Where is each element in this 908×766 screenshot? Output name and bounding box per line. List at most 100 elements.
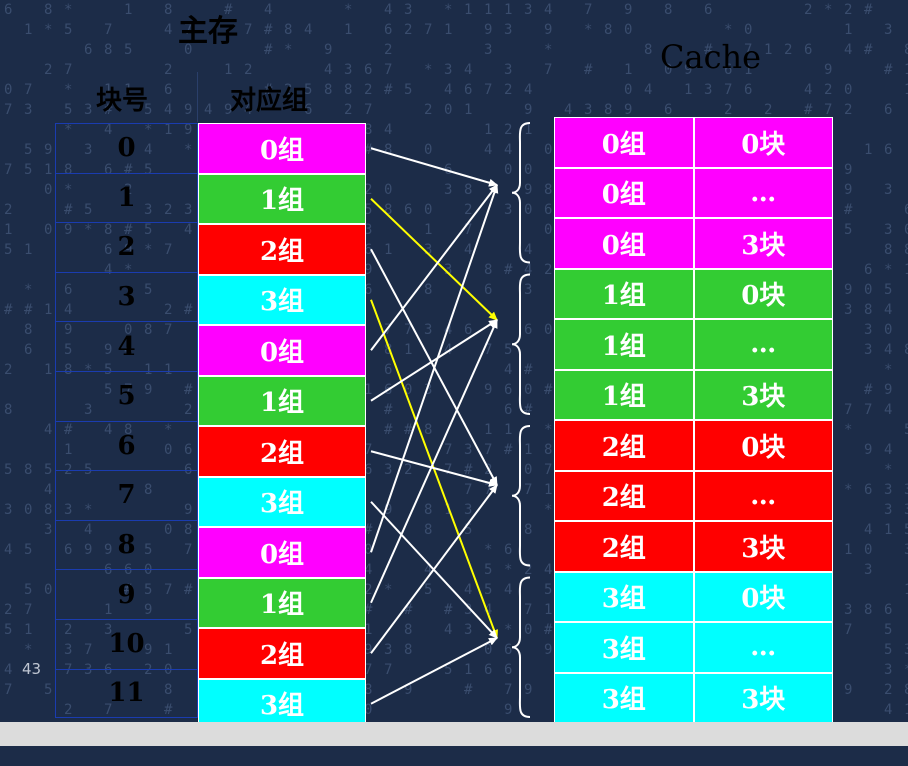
background-digit: 8 [44,502,52,518]
background-digit: 7 [484,442,492,458]
background-digit: 5 [484,582,492,598]
background-digit: 4 [884,442,892,458]
background-digit: 9 [844,282,852,298]
background-digit: 8 [484,262,492,278]
background-digit: 0 [844,82,852,98]
cache-group-cell: 1组 [554,369,694,420]
background-digit: 2 [804,2,812,18]
background-digit: 3 [424,382,432,398]
cache-block-cell: 3块 [693,672,833,723]
background-digit: 4 [484,602,492,618]
background-digit: 0 [904,222,908,238]
background-digit: 4 [884,702,892,718]
background-digit: 1 [404,342,412,358]
background-digit: 7 [384,662,392,678]
background-digit: 9 [404,682,412,698]
background-digit: 5 [24,142,32,158]
background-digit: 3 [504,62,512,78]
background-digit: 4 [44,422,52,438]
background-digit: 1 [464,2,472,18]
background-digit: 8 [904,42,908,58]
background-digit: 2 [424,102,432,118]
background-digit: 1 [24,242,32,258]
background-digit: 4 [544,562,552,578]
background-digit: 9 [824,62,832,78]
background-digit: 6 [384,362,392,378]
background-digit: 2 [764,102,772,118]
background-digit: 0 [524,462,532,478]
background-digit: 6 [484,282,492,298]
background-digit: 0 [44,582,52,598]
background-digit: 6 [24,342,32,358]
cache-block-cell: 3块 [693,521,833,572]
cache-block-cell: … [693,622,833,673]
background-digit: 0 [524,202,532,218]
background-digit: 3 [404,2,412,18]
background-digit: 1 [44,302,52,318]
background-digit: 3 [84,102,92,118]
background-digit: 5 [24,582,32,598]
background-digit: 6 [444,162,452,178]
background-digit: 4 [464,582,472,598]
background-digit: 5 [884,282,892,298]
background-digit: * [844,482,852,498]
background-digit: 7 [24,602,32,618]
cache-row: 3组… [554,622,833,673]
cache-row: 0组 3块 [554,218,833,269]
block-group-cell: 1组 [198,577,366,628]
bottom-bar [0,722,908,746]
background-digit: 6 [484,662,492,678]
background-digit: 7 [484,482,492,498]
background-digit: 4 [44,482,52,498]
cache-row: 3组 0块 [554,571,833,622]
background-digit: 4 [444,322,452,338]
background-digit: 4 [164,102,172,118]
block-number-cell: 2 [55,222,198,272]
block-number-cell: 6 [55,420,198,471]
background-digit: 4 [324,62,332,78]
cache-block-cell: 0块 [693,420,833,471]
background-digit: 7 [544,62,552,78]
background-digit: 6 [524,322,532,338]
cache-row: 2组… [554,470,833,521]
block-group-cell: 2组 [198,628,366,679]
background-digit: 0 [484,642,492,658]
background-digit: 9 [524,102,532,118]
background-digit: * [904,662,908,678]
background-digit: 1 [524,442,532,458]
background-digit: 2 [404,22,412,38]
background-digit: 8 [424,422,432,438]
background-digit: # [544,382,553,398]
background-digit: 3 [424,322,432,338]
background-digit: 6 [504,662,512,678]
background-digit: 9 [844,182,852,198]
background-digit: 0 [524,162,532,178]
background-digit: 8 [544,182,552,198]
background-digit: 2 [784,42,792,58]
background-digit: 9 [184,102,192,118]
block-number-cell: 11 [55,668,198,719]
background-digit: # [384,82,393,98]
background-digit: 1 [44,162,52,178]
background-digit: 6 [164,82,172,98]
background-digit: 9 [884,382,892,398]
background-digit: 5 [24,542,32,558]
background-digit: 3 [884,182,892,198]
background-digit: 1 [904,702,908,718]
background-digit: 8 [544,442,552,458]
background-digit: 2 [824,82,832,98]
background-digit: 2 [464,202,472,218]
background-digit: 6 [504,382,512,398]
background-digit: 1 [904,82,908,98]
background-digit: 4 [864,522,872,538]
background-digit: 7 [104,22,112,38]
background-digit: 7 [584,2,592,18]
background-digit: 0 [444,102,452,118]
background-digit: 1 [864,142,872,158]
background-digit: 8 [284,22,292,38]
background-digit: * [544,422,552,438]
background-digit: 9 [324,42,332,58]
background-digit: 8 [104,42,112,58]
bottom-strip [0,746,908,766]
background-digit: 6 [504,642,512,658]
